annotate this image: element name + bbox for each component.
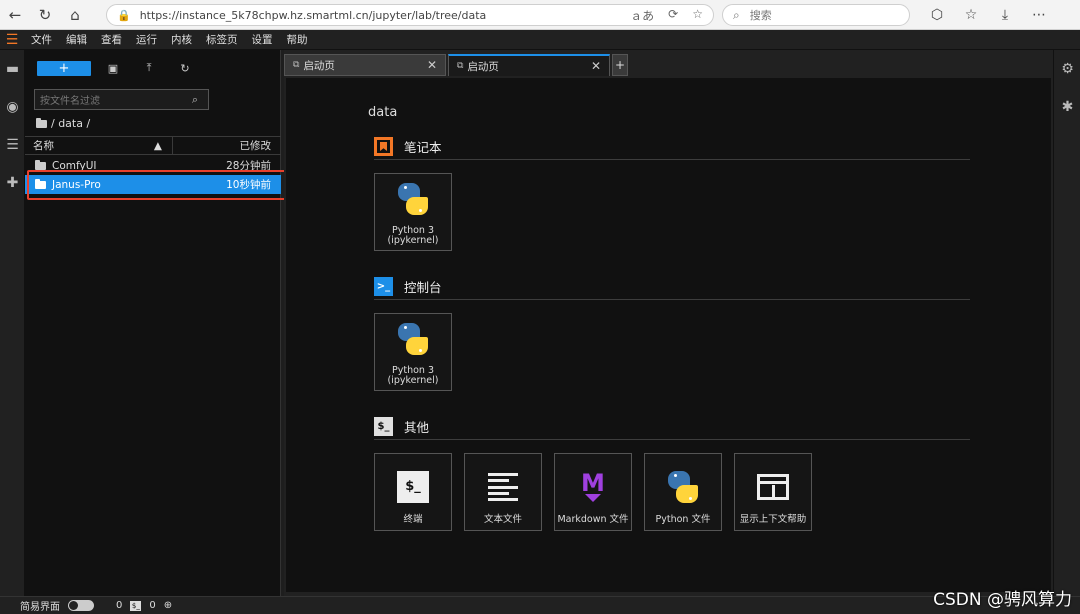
folder-icon — [35, 178, 46, 189]
menu-help[interactable]: 帮助 — [280, 32, 315, 47]
property-inspector-icon[interactable]: ⚙ — [1054, 50, 1080, 88]
terminal-count[interactable]: 0 — [116, 600, 122, 611]
file-list-header: 名称 ▲ 已修改 — [25, 136, 281, 155]
other-section: $_ 其他 $_ 终端 文本文件 M Markdown 文件 Python 文件… — [374, 414, 970, 531]
menu-settings[interactable]: 设置 — [245, 32, 280, 47]
simple-mode-toggle[interactable] — [68, 600, 94, 611]
section-title: 笔记本 — [404, 140, 442, 155]
simple-mode-label: 简易界面 — [20, 602, 60, 613]
browser-search-input[interactable]: ⌕ 搜索 — [722, 4, 910, 26]
menu-file[interactable]: 文件 — [24, 32, 59, 47]
launcher-icon: ⧉ — [293, 60, 300, 70]
text-file-icon — [488, 473, 518, 501]
notebook-python3-card[interactable]: Python 3 (ipykernel) — [374, 173, 452, 251]
contextual-help-card[interactable]: 显示上下文帮助 — [734, 453, 812, 531]
menu-tabs[interactable]: 标签页 — [199, 32, 245, 47]
file-browser: + ▣ ⤒ ↻ 按文件名过滤 ⌕ / data / 名称 ▲ 已修改 Comfy… — [25, 50, 281, 596]
console-icon: >_ — [374, 277, 393, 296]
table-of-contents-icon[interactable]: ☰ — [0, 126, 25, 164]
python-file-card[interactable]: Python 文件 — [644, 453, 722, 531]
notebook-icon — [374, 137, 393, 156]
python-icon — [666, 470, 700, 504]
close-icon[interactable]: ✕ — [591, 59, 601, 73]
search-placeholder: 搜索 — [749, 9, 772, 22]
right-activity-bar: ⚙ ✱ — [1053, 50, 1080, 596]
notebook-section: 笔记本 Python 3 (ipykernel) — [374, 134, 970, 251]
running-icon[interactable]: ◉ — [0, 88, 25, 126]
search-icon: ⌕ — [191, 93, 198, 106]
favorite-star-icon[interactable]: ☆ — [692, 7, 703, 24]
terminal-icon: $_ — [130, 600, 142, 611]
kernel-count[interactable]: 0 — [149, 600, 155, 611]
python-icon — [396, 322, 430, 356]
file-filter-input[interactable]: 按文件名过滤 ⌕ — [34, 89, 209, 110]
column-modified[interactable]: 已修改 — [173, 138, 281, 153]
downloads-icon[interactable]: ⤓ — [988, 7, 1022, 23]
launcher: data 笔记本 Python 3 (ipykernel) >_ 控制台 Pyt… — [286, 78, 1051, 592]
jupyter-logo-icon: ☰ — [5, 31, 19, 48]
list-item[interactable]: Janus-Pro 10秒钟前 — [25, 175, 281, 194]
search-icon: ⌕ — [733, 7, 740, 22]
terminal-section-icon: $_ — [374, 417, 393, 436]
sync-icon[interactable]: ⟳ — [668, 7, 678, 24]
launcher-icon: ⧉ — [457, 61, 464, 71]
section-title: 控制台 — [404, 280, 442, 295]
list-item[interactable]: ComfyUI 28分钟前 — [25, 156, 281, 175]
left-activity-bar: ▬ ◉ ☰ ✚ — [0, 50, 25, 596]
lock-icon: 🔒 — [117, 8, 131, 22]
menu-run[interactable]: 运行 — [129, 32, 164, 47]
sort-caret-icon: ▲ — [153, 139, 162, 152]
new-launcher-button[interactable]: + — [37, 60, 91, 76]
extension-manager-icon[interactable]: ✚ — [0, 164, 25, 202]
browser-toolbar: ← ↻ ⌂ 🔒 https://instance_5k78chpw.hz.sma… — [0, 0, 1080, 30]
tab-launcher-2[interactable]: ⧉ 启动页 ✕ — [448, 54, 610, 76]
tab-bar: ⧉ 启动页 ✕ ⧉ 启动页 ✕ + — [284, 54, 628, 76]
folder-icon[interactable]: ▬ — [0, 50, 25, 88]
breadcrumb[interactable]: / data / — [36, 117, 90, 130]
close-icon[interactable]: ✕ — [427, 58, 437, 72]
favorites-icon[interactable]: ☆ — [954, 7, 988, 23]
read-aloud-icon[interactable]: ａあ — [630, 7, 654, 24]
refresh-icon[interactable]: ↻ — [167, 62, 203, 75]
folder-icon — [35, 159, 46, 170]
back-icon[interactable]: ← — [0, 0, 30, 30]
text-file-card[interactable]: 文本文件 — [464, 453, 542, 531]
column-name[interactable]: 名称 ▲ — [25, 137, 173, 154]
reload-icon[interactable]: ↻ — [30, 0, 60, 30]
extensions-icon[interactable]: ⬡ — [920, 7, 954, 23]
breadcrumb-path: / data / — [51, 117, 91, 130]
folder-icon — [36, 117, 47, 128]
section-title: 其他 — [404, 420, 430, 435]
menu-edit[interactable]: 编辑 — [59, 32, 94, 47]
filter-placeholder: 按文件名过滤 — [40, 96, 100, 107]
python-icon — [396, 182, 430, 216]
new-folder-icon[interactable]: ▣ — [95, 62, 131, 75]
main-area: ⧉ 启动页 ✕ ⧉ 启动页 ✕ + data 笔记本 Python 3 (ipy… — [284, 50, 1053, 596]
console-python3-card[interactable]: Python 3 (ipykernel) — [374, 313, 452, 391]
console-section: >_ 控制台 Python 3 (ipykernel) — [374, 274, 970, 391]
tab-launcher-1[interactable]: ⧉ 启动页 ✕ — [284, 54, 446, 76]
upload-icon[interactable]: ⤒ — [131, 61, 167, 75]
menu-kernel[interactable]: 内核 — [164, 32, 199, 47]
status-bar: 简易界面 0 $_ 0 ⊕ — [0, 596, 1080, 614]
more-icon[interactable]: ⋯ — [1022, 7, 1056, 23]
markdown-icon: M — [581, 471, 605, 502]
contextual-help-icon — [757, 474, 789, 500]
markdown-file-card[interactable]: M Markdown 文件 — [554, 453, 632, 531]
launcher-title: data — [368, 105, 398, 120]
debugger-icon[interactable]: ✱ — [1054, 88, 1080, 126]
add-tab-button[interactable]: + — [612, 54, 628, 76]
url-text: https://instance_5k78chpw.hz.smartml.cn/… — [139, 8, 487, 22]
jupyter-menubar: ☰ 文件 编辑 查看 运行 内核 标签页 设置 帮助 — [0, 30, 1080, 50]
menu-view[interactable]: 查看 — [94, 32, 129, 47]
home-icon[interactable]: ⌂ — [60, 0, 90, 30]
terminal-icon: $_ — [397, 471, 429, 503]
address-bar[interactable]: 🔒 https://instance_5k78chpw.hz.smartml.c… — [106, 4, 714, 26]
globe-icon: ⊕ — [163, 600, 173, 611]
terminal-card[interactable]: $_ 终端 — [374, 453, 452, 531]
watermark: CSDN @骋风算力 — [933, 590, 1072, 610]
